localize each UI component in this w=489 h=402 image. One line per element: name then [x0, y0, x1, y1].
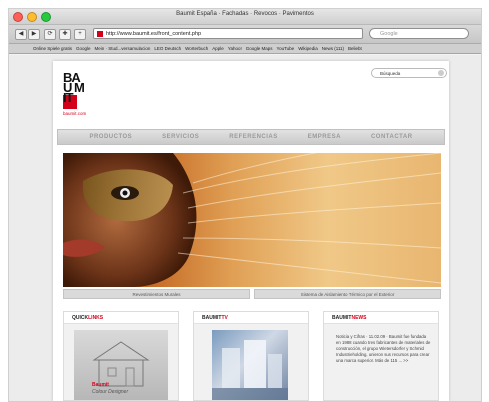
- nav-empresa[interactable]: EMPRESA: [308, 134, 341, 140]
- tv-title: BAUMITTV: [194, 312, 308, 324]
- logo-url: baumit.com: [63, 111, 87, 116]
- reload-button[interactable]: ⟳: [44, 29, 56, 40]
- reload-icon: ⟳: [47, 31, 53, 37]
- bookmark-item[interactable]: Yahoo!: [228, 46, 242, 51]
- bookmark-item[interactable]: Apple: [212, 46, 224, 51]
- bookmark-item[interactable]: Mein · Stud...versamulacion: [95, 46, 151, 51]
- bookmark-item[interactable]: Beliebt: [348, 46, 362, 51]
- baumit-tv-box: BAUMITTV: [193, 311, 309, 401]
- bookmarks-bar: Online Spiele gratis Google Mein · Stud.…: [9, 44, 481, 54]
- tab-aislamiento[interactable]: Sistema de Aislamiento Térmico por el Ex…: [254, 289, 441, 299]
- favicon-icon: [97, 31, 103, 37]
- news-title: BAUMITNEWS: [324, 312, 438, 324]
- google-search-input[interactable]: Google: [369, 28, 469, 39]
- forward-button[interactable]: ▶: [28, 29, 40, 40]
- back-icon: ◀: [18, 31, 24, 37]
- plus-icon: +: [78, 31, 82, 37]
- page-viewport: BAU MIT baumit.com Búsqueda PRODUCTOS SE…: [9, 55, 481, 401]
- address-text: http://www.baumit.es/front_content.php: [106, 31, 202, 37]
- nav-productos[interactable]: PRODUCTOS: [89, 134, 132, 140]
- news-text[interactable]: Noticia y Cifras · 11.02.09 · Baumit fue…: [336, 334, 432, 364]
- hero-face-illustration: [63, 153, 441, 287]
- site-container: BAU MIT baumit.com Búsqueda PRODUCTOS SE…: [53, 61, 449, 401]
- colour-designer-caption1: Baumit: [92, 382, 109, 388]
- bookmark-item[interactable]: LEO Deutsch: [154, 46, 181, 51]
- tab-revestimientos[interactable]: Revestimientos Murales: [63, 289, 250, 299]
- bookmark-button[interactable]: ✚: [59, 29, 71, 40]
- address-bar[interactable]: http://www.baumit.es/front_content.php: [93, 28, 363, 39]
- bookmark-item[interactable]: News (111): [322, 46, 344, 51]
- browser-window: Baumit España · Fachadas · Revocos · Pav…: [8, 8, 482, 402]
- nav-referencias[interactable]: REFERENCIAS: [229, 134, 278, 140]
- back-button[interactable]: ◀: [15, 29, 27, 40]
- colour-designer-caption2: Colour Designer: [92, 389, 129, 395]
- search-label: Búsqueda: [380, 71, 401, 76]
- window-title: Baumit España · Fachadas · Revocos · Pav…: [176, 11, 314, 17]
- logo-text: BAU MIT: [63, 70, 85, 105]
- forward-icon: ▶: [31, 31, 37, 37]
- baumit-logo[interactable]: BAU MIT: [63, 70, 93, 111]
- title-bar: Baumit España · Fachadas · Revocos · Pav…: [9, 9, 481, 25]
- bookmark-item[interactable]: Online Spiele gratis: [33, 46, 72, 51]
- main-nav: PRODUCTOS SERVICIOS REFERENCIAS EMPRESA …: [57, 129, 445, 145]
- search-icon[interactable]: [438, 70, 444, 76]
- tv-video-thumbnail[interactable]: [212, 330, 288, 400]
- bookmark-item[interactable]: Google Maps: [246, 46, 273, 51]
- bookmark-item[interactable]: YouTube: [277, 46, 295, 51]
- hero-banner: [63, 153, 441, 287]
- quicklinks-title: QUICKLINKS: [64, 312, 178, 324]
- building-illustration: [212, 340, 288, 400]
- site-search-input[interactable]: Búsqueda: [371, 68, 447, 78]
- add-bookmark-button[interactable]: +: [74, 29, 86, 40]
- bookmark-item[interactable]: Worterbuch: [185, 46, 208, 51]
- colour-designer-image[interactable]: Baumit Colour Designer: [74, 330, 168, 400]
- bookmark-item[interactable]: Google: [76, 46, 91, 51]
- browser-toolbar: ◀ ▶ ⟳ ✚ + http://www.baumit.es/front_con…: [9, 25, 481, 44]
- baumit-news-box: BAUMITNEWS Noticia y Cifras · 11.02.09 ·…: [323, 311, 439, 401]
- nav-contactar[interactable]: CONTACTAR: [371, 134, 413, 140]
- bookmark-item[interactable]: Wikipedia: [298, 46, 318, 51]
- quicklinks-box: QUICKLINKS Baumit Colour Designer: [63, 311, 179, 401]
- bookmark-icon: ✚: [62, 31, 68, 37]
- hero-tabs: Revestimientos Murales Sistema de Aislam…: [63, 289, 441, 299]
- nav-servicios[interactable]: SERVICIOS: [162, 134, 199, 140]
